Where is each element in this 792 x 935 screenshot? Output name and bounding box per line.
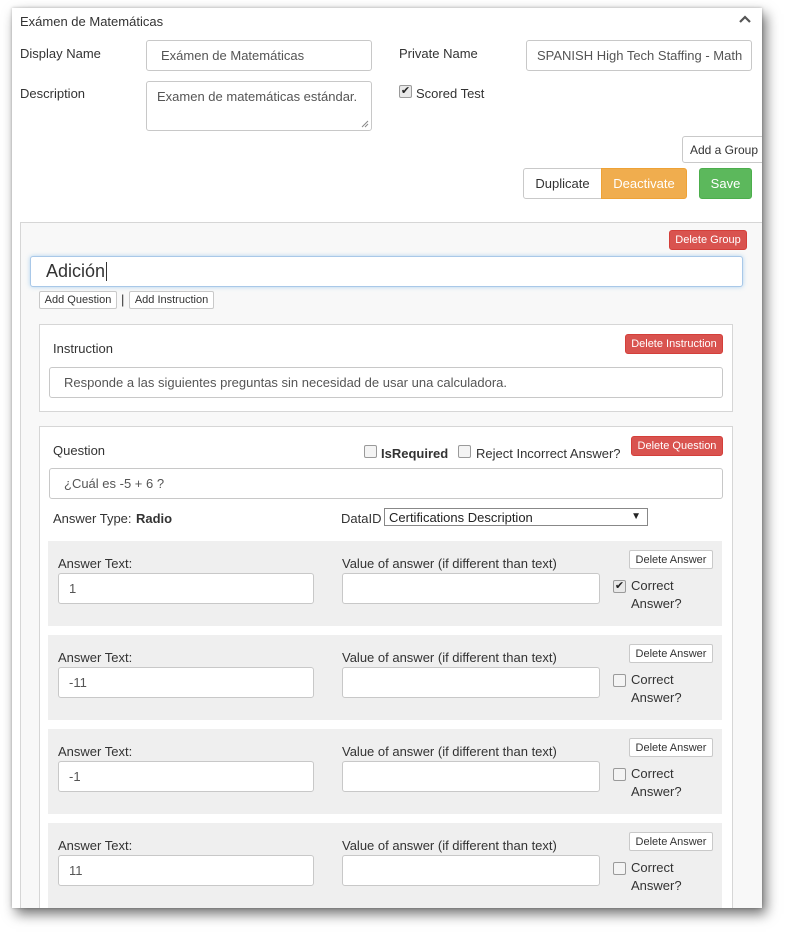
data-id-label: DataID	[341, 511, 382, 526]
question-label: Question	[53, 443, 106, 458]
correct-answer-checkbox[interactable]	[613, 674, 626, 687]
display-name-label: Display Name	[20, 46, 101, 61]
add-group-button[interactable]: Add a Group	[682, 136, 762, 163]
answer-value-label: Value of answer (if different than text)	[342, 556, 557, 571]
description-label: Description	[20, 86, 86, 101]
correct-answer-checkbox[interactable]	[613, 768, 626, 781]
answer-row: Answer Text: 11 Value of answer (if diff…	[48, 823, 722, 908]
delete-answer-button[interactable]: Delete Answer	[629, 832, 713, 851]
answer-value-input[interactable]	[342, 667, 600, 698]
correct-answer-checkbox[interactable]	[613, 862, 626, 875]
test-editor-card: Exámen de Matemáticas Display Name Exáme…	[12, 8, 762, 908]
correct-answer-label: Correct Answer?	[631, 578, 682, 611]
private-name-input[interactable]: SPANISH High Tech Staffing - Math	[526, 40, 752, 71]
correct-answer-checkbox[interactable]: ✔	[613, 580, 626, 593]
answer-value-label: Value of answer (if different than text)	[342, 650, 557, 665]
correct-answer-label: Correct Answer?	[631, 860, 682, 893]
delete-question-button[interactable]: Delete Question	[631, 436, 723, 456]
answer-type-value: Radio	[136, 511, 173, 526]
instruction-input[interactable]: Responde a las siguientes preguntas sin …	[49, 367, 723, 398]
instruction-label: Instruction	[53, 341, 113, 356]
delete-answer-button[interactable]: Delete Answer	[629, 644, 713, 663]
duplicate-button[interactable]: Duplicate	[523, 168, 602, 199]
data-id-selected: Certifications Description	[389, 509, 533, 525]
answer-value-label: Value of answer (if different than text)	[342, 838, 557, 853]
test-title: Exámen de Matemáticas	[20, 14, 164, 29]
question-input[interactable]: ¿Cuál es -5 + 6 ?	[49, 468, 723, 499]
answer-text-input[interactable]: -1	[58, 761, 314, 792]
private-name-label: Private Name	[399, 46, 478, 61]
answer-row: Answer Text: 1 Value of answer (if diffe…	[48, 541, 722, 626]
answer-type-label: Answer Type:	[53, 511, 132, 526]
answer-text-label: Answer Text:	[58, 744, 133, 759]
data-id-select[interactable]: Certifications Description ▼	[384, 508, 648, 526]
answer-text-input[interactable]: 11	[58, 855, 314, 886]
answer-value-input[interactable]	[342, 573, 600, 604]
deactivate-button[interactable]: Deactivate	[601, 168, 687, 199]
text-cursor	[106, 262, 108, 281]
answer-text-label: Answer Text:	[58, 838, 133, 853]
group-name-text: Adición	[46, 261, 106, 281]
answer-text-label: Answer Text:	[58, 556, 133, 571]
correct-answer-label: Correct Answer?	[631, 672, 682, 705]
button-separator: |	[121, 292, 125, 307]
delete-group-button[interactable]: Delete Group	[669, 230, 747, 250]
reject-incorrect-label: Reject Incorrect Answer?	[476, 446, 621, 461]
is-required-label: IsRequired	[381, 446, 449, 461]
answer-value-input[interactable]	[342, 855, 600, 886]
reject-incorrect-checkbox[interactable]	[458, 445, 471, 458]
dropdown-arrow-icon: ▼	[631, 511, 641, 522]
add-instruction-button[interactable]: Add Instruction	[129, 291, 214, 309]
answer-row: Answer Text: -11 Value of answer (if dif…	[48, 635, 722, 720]
chevron-up-icon[interactable]	[737, 11, 753, 27]
answer-text-input[interactable]: 1	[58, 573, 314, 604]
scored-test-label: Scored Test	[416, 86, 485, 101]
answer-value-input[interactable]	[342, 761, 600, 792]
answer-text-input[interactable]: -11	[58, 667, 314, 698]
is-required-checkbox[interactable]	[364, 445, 377, 458]
group-name-input[interactable]: Adición	[30, 256, 743, 287]
correct-answer-label: Correct Answer?	[631, 766, 682, 799]
description-text: Examen de matemáticas estándar.	[157, 89, 358, 104]
add-question-button[interactable]: Add Question	[39, 291, 117, 309]
delete-answer-button[interactable]: Delete Answer	[629, 550, 713, 569]
save-button[interactable]: Save	[699, 168, 752, 199]
delete-instruction-button[interactable]: Delete Instruction	[625, 334, 723, 354]
description-textarea[interactable]: Examen de matemáticas estándar.	[146, 81, 372, 131]
scored-test-checkbox[interactable]: ✔	[399, 85, 412, 98]
answer-value-label: Value of answer (if different than text)	[342, 744, 557, 759]
delete-answer-button[interactable]: Delete Answer	[629, 738, 713, 757]
display-name-input[interactable]: Exámen de Matemáticas	[146, 40, 372, 71]
answer-text-label: Answer Text:	[58, 650, 133, 665]
answer-row: Answer Text: -1 Value of answer (if diff…	[48, 729, 722, 814]
resize-handle-icon[interactable]	[361, 120, 369, 128]
